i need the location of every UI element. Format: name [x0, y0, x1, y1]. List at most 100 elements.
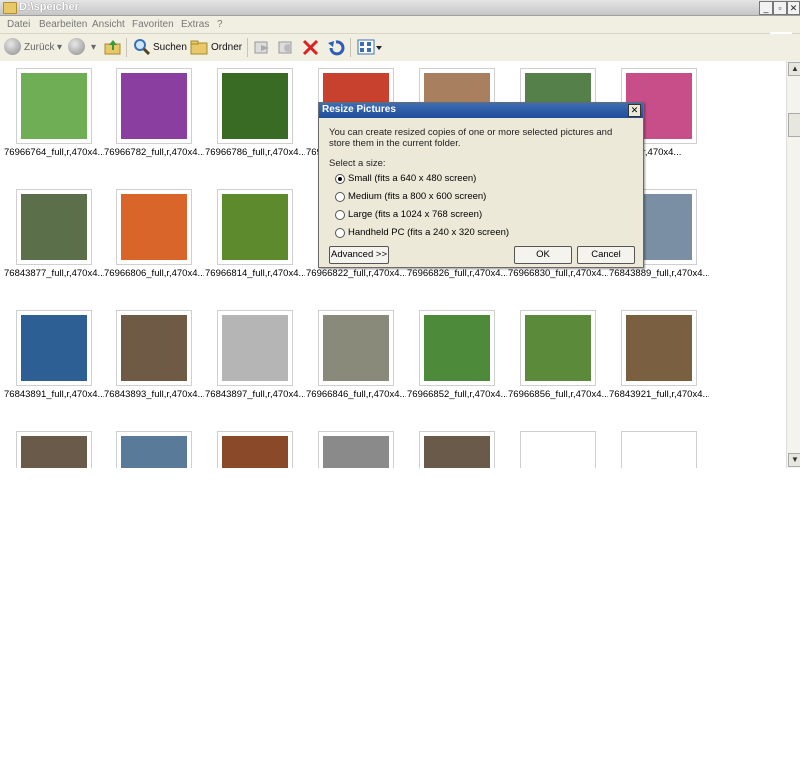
menu-favorites[interactable]: Favoriten [132, 19, 174, 30]
thumbnail-image [323, 436, 389, 468]
yellow-flower-photo[interactable] [217, 189, 293, 265]
cat-photo[interactable] [16, 431, 92, 468]
minimize-button[interactable]: _ [759, 1, 773, 15]
separator [247, 38, 248, 57]
title-bar: D:\speicher _ ▫ ✕ [0, 0, 800, 16]
thumbnail-image [424, 436, 490, 468]
thumbnail-image [21, 194, 87, 260]
scroll-up-button[interactable]: ▲ [788, 62, 800, 76]
copy-to-icon[interactable] [277, 39, 295, 58]
close-button[interactable]: ✕ [787, 1, 800, 15]
file-name[interactable]: 76966806_full,r,470x4... [104, 268, 204, 279]
option-label: Medium (fits a 800 x 600 screen) [348, 191, 487, 202]
separator [350, 38, 351, 57]
menu-view[interactable]: Ansicht [92, 19, 125, 30]
thumbnail-image [121, 315, 187, 381]
thumbnail-image [323, 315, 389, 381]
views-icon[interactable] [357, 39, 383, 59]
thumbnail-image [424, 315, 490, 381]
forward-dropdown-icon[interactable]: ▾ [91, 42, 96, 53]
radio-button[interactable] [335, 174, 345, 184]
option-label: Handheld PC (fits a 240 x 320 screen) [348, 227, 510, 238]
thumbnail-image [21, 315, 87, 381]
ok-button[interactable]: OK [514, 246, 572, 264]
cancel-button[interactable]: Cancel [577, 246, 635, 264]
select-size-label: Select a size: [329, 158, 386, 169]
file-name[interactable]: 76843891_full,r,470x4... [4, 389, 104, 400]
menu-tools[interactable]: Extras [181, 19, 209, 30]
white-flowers-photo[interactable] [16, 189, 92, 265]
radio-button[interactable] [335, 228, 345, 238]
cat-lying-photo[interactable] [520, 310, 596, 386]
dark-dots-file-icon[interactable] [621, 431, 697, 468]
search-button[interactable]: Suchen [153, 42, 187, 53]
file-name[interactable]: 76843877_full,r,470x4... [4, 268, 104, 279]
menu-file[interactable]: Datei [7, 19, 30, 30]
radio-button[interactable] [335, 192, 345, 202]
orange-flowers-photo[interactable] [116, 189, 192, 265]
undo-icon[interactable] [327, 39, 345, 59]
file-name[interactable]: 76843897_full,r,470x4... [205, 389, 305, 400]
file-name[interactable]: 76966830_full,r,470x4... [508, 268, 608, 279]
toolbar: Zurück ▾ ▾ Suchen Ordner [0, 34, 800, 62]
ladybug-photo[interactable] [16, 68, 92, 144]
dialog-title-bar: Resize Pictures ✕ [319, 103, 643, 118]
file-name[interactable]: 76843889_full,r,470x4... [609, 268, 709, 279]
thumbnail-image [626, 436, 692, 468]
daisy-photo[interactable] [217, 68, 293, 144]
fountain-photo[interactable] [16, 310, 92, 386]
vertical-scrollbar[interactable]: ▲ ▼ [786, 61, 800, 468]
thumbnail-image [222, 73, 288, 139]
dialog-title: Resize Pictures [322, 104, 396, 115]
scrollbar-thumb[interactable] [788, 113, 800, 137]
cat-path-photo[interactable] [318, 310, 394, 386]
file-name[interactable]: 76966814_full,r,470x4... [205, 268, 305, 279]
thumbnail-image [21, 436, 87, 468]
forward-arrow-icon[interactable] [68, 38, 85, 55]
file-name[interactable]: 76966856_full,r,470x4... [508, 389, 608, 400]
menu-help[interactable]: ? [217, 19, 223, 30]
sunset-lake-photo[interactable] [116, 310, 192, 386]
back-arrow-icon[interactable] [4, 38, 21, 55]
thumbnail-image [222, 315, 288, 381]
file-name[interactable]: 76966846_full,r,470x4... [306, 389, 406, 400]
file-name[interactable]: 76966782_full,r,470x4... [104, 147, 204, 158]
cat-photo[interactable] [217, 431, 293, 468]
purple-flowers-photo[interactable] [116, 68, 192, 144]
tunnel-photo[interactable] [217, 310, 293, 386]
scroll-down-button[interactable]: ▼ [788, 453, 800, 467]
separator [126, 38, 127, 57]
thumbnail-image [121, 194, 187, 260]
thumbnail-image [222, 436, 288, 468]
cat-photo[interactable] [318, 431, 394, 468]
search-icon[interactable] [133, 38, 151, 59]
file-name[interactable]: 76966826_full,r,470x4... [407, 268, 507, 279]
option-label: Large (fits a 1024 x 768 screen) [348, 209, 483, 220]
file-name[interactable]: 76966852_full,r,470x4... [407, 389, 507, 400]
cat-photo[interactable] [116, 431, 192, 468]
explorer-window: D:\speicher _ ▫ ✕ Datei Bearbeiten Ansic… [0, 0, 800, 468]
generic-file-icon[interactable] [520, 431, 596, 468]
folder-up-icon[interactable] [104, 38, 122, 59]
cat-grass-photo[interactable] [419, 310, 495, 386]
advanced-button[interactable]: Advanced >> [329, 246, 389, 264]
menu-edit[interactable]: Bearbeiten [39, 19, 87, 30]
folders-icon[interactable] [190, 39, 208, 58]
file-name[interactable]: 76966822_full,r,470x4... [306, 268, 406, 279]
cat-closeup-photo[interactable] [621, 310, 697, 386]
file-name[interactable]: 76843921_full,r,470x4... [609, 389, 709, 400]
file-name[interactable]: 76966764_full,r,470x4... [4, 147, 104, 158]
file-name[interactable]: 76843893_full,r,470x4... [104, 389, 204, 400]
folders-button[interactable]: Ordner [211, 42, 242, 53]
delete-icon[interactable] [302, 39, 319, 59]
cat-photo[interactable] [419, 431, 495, 468]
back-dropdown-icon[interactable]: ▾ [57, 42, 62, 53]
back-button[interactable]: Zurück [24, 42, 55, 53]
move-to-icon[interactable] [253, 39, 271, 58]
maximize-button[interactable]: ▫ [773, 1, 787, 15]
dialog-close-button[interactable]: ✕ [628, 104, 641, 117]
radio-button[interactable] [335, 210, 345, 220]
file-name[interactable]: 76966786_full,r,470x4... [205, 147, 305, 158]
option-label: Small (fits a 640 x 480 screen) [348, 173, 477, 184]
thumbnail-image [525, 315, 591, 381]
